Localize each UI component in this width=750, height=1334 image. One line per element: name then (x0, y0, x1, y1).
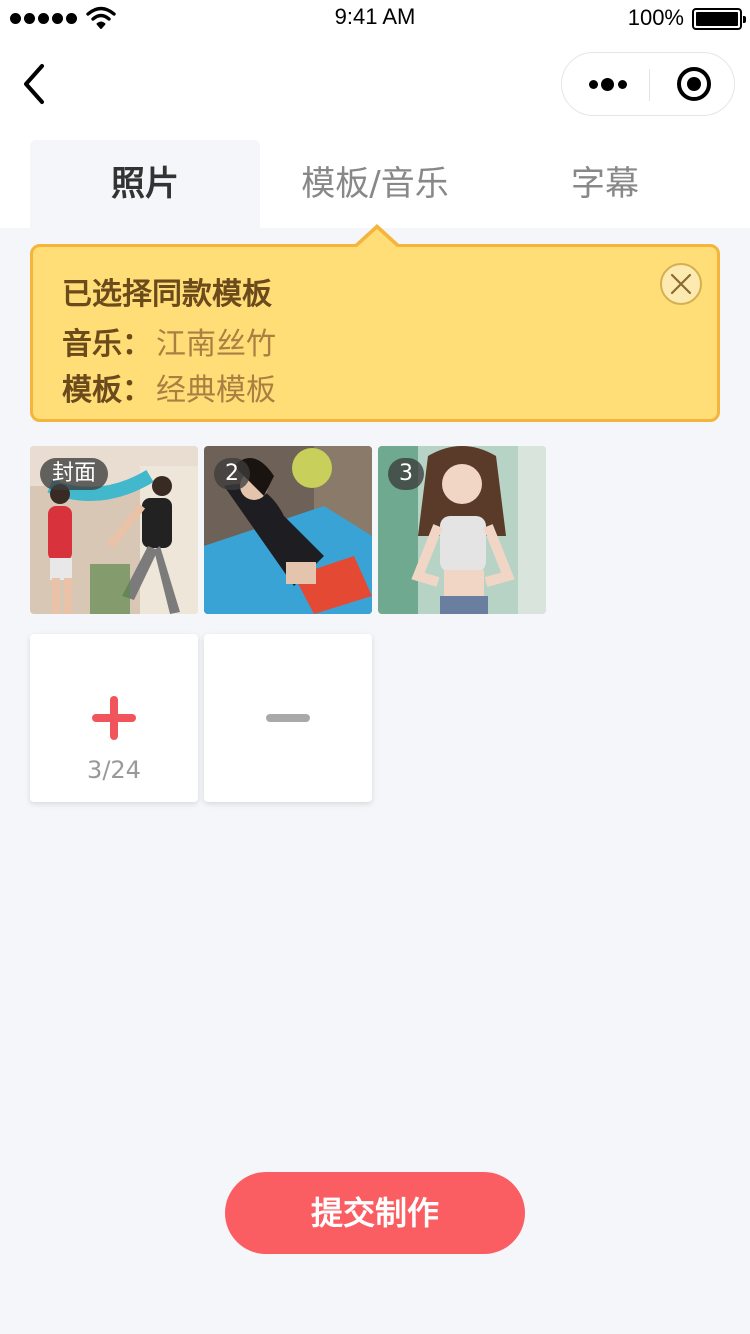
template-label: 模板： (62, 373, 152, 408)
notice-pointer-fill (356, 229, 398, 248)
cover-badge: 封面 (40, 458, 109, 490)
photo-count: 3/24 (87, 756, 141, 784)
tab-subtitles[interactable]: 字幕 (490, 140, 720, 228)
music-label: 音乐： (62, 327, 152, 362)
more-button[interactable] (562, 53, 649, 115)
nav-bar (0, 40, 750, 128)
close-circle-icon (670, 273, 692, 295)
battery-icon (692, 8, 746, 30)
notice-template-row: 模板： 经典模板 (62, 365, 276, 409)
template-value: 经典模板 (156, 373, 276, 408)
template-notice: 已选择同款模板 音乐： 江南丝竹 模板： 经典模板 (30, 244, 720, 422)
minus-icon (266, 714, 310, 722)
submit-button[interactable]: 提交制作 (225, 1172, 525, 1254)
photo-thumbnail-2[interactable]: 2 (204, 446, 372, 614)
status-bar: 9:41 AM 100% (0, 0, 750, 40)
close-mini-program-button[interactable] (650, 53, 736, 115)
chevron-left-icon (24, 64, 44, 104)
tab-template-music[interactable]: 模板/音乐 (260, 140, 490, 228)
tab-photos[interactable]: 照片 (30, 140, 260, 228)
back-button[interactable] (14, 60, 54, 108)
remove-photo-button[interactable] (204, 634, 372, 802)
notice-music-row: 音乐： 江南丝竹 (62, 319, 276, 363)
battery-percent: 100% (627, 5, 684, 30)
notice-title: 已选择同款模板 (62, 277, 272, 312)
photo-thumbnail-cover[interactable]: 封面 (30, 446, 198, 614)
tab-bar: 照片 模板/音乐 字幕 (0, 128, 750, 228)
notice-close-button[interactable] (660, 263, 702, 305)
photo-number-badge: 3 (388, 458, 424, 490)
photo-number-badge: 2 (214, 458, 250, 490)
mini-program-capsule (561, 52, 735, 116)
add-photo-button[interactable]: 3/24 (30, 634, 198, 802)
music-value: 江南丝竹 (156, 327, 276, 362)
photo-thumbnail-3[interactable]: 3 (378, 446, 546, 614)
